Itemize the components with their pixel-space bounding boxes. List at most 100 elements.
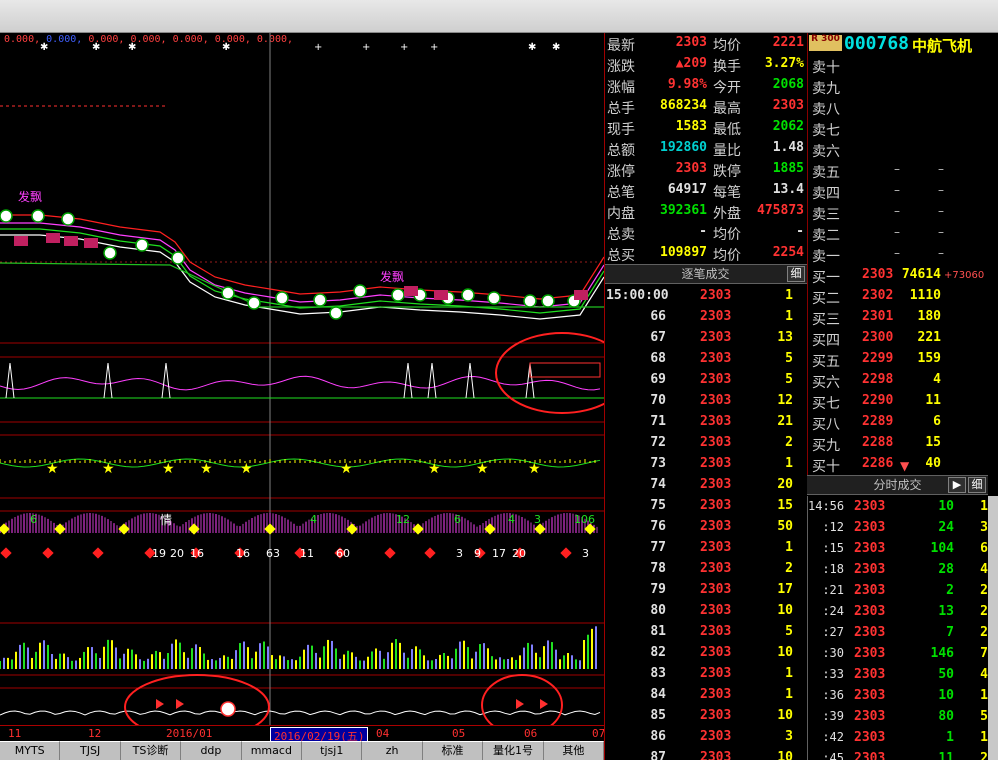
split-volume: 2 bbox=[946, 583, 954, 598]
stock-header: R 300 000768 中航飞机 bbox=[807, 33, 998, 55]
signal-box bbox=[84, 238, 98, 248]
trade-price: 2303 bbox=[700, 498, 732, 513]
smiley-icon bbox=[275, 291, 289, 305]
trade-volume: 1 bbox=[785, 288, 793, 303]
trades-detail-button[interactable]: 细 bbox=[787, 266, 805, 282]
quote-label: 涨停 bbox=[607, 164, 635, 180]
marker: + bbox=[314, 42, 322, 53]
split-time: :33 bbox=[822, 667, 844, 681]
tab-ts-diagnosis[interactable]: TS诊断 bbox=[120, 741, 182, 760]
book-volume: – bbox=[938, 162, 944, 176]
trade-time: 71 bbox=[650, 414, 666, 429]
book-label: 卖一 bbox=[812, 249, 840, 265]
tab-ddp[interactable]: ddp bbox=[181, 741, 242, 760]
tab-other[interactable]: 其他 bbox=[543, 741, 605, 760]
trade-price: 2303 bbox=[700, 351, 732, 366]
trade-time: 75 bbox=[650, 498, 666, 513]
trade-volume: 1 bbox=[785, 309, 793, 324]
divider-vertical bbox=[604, 33, 605, 760]
split-price: 2303 bbox=[854, 625, 886, 640]
macd-number: 19 bbox=[152, 547, 166, 560]
tab-myts[interactable]: MYTS bbox=[0, 741, 61, 760]
macd-number: 4 bbox=[508, 513, 515, 526]
table-row: 79 2303 17 bbox=[604, 579, 807, 600]
kline-chart-area[interactable]: 0.000, 0.000, 0.000, 0.000, 0.000, 0.000… bbox=[0, 33, 604, 739]
tab-zh[interactable]: zh bbox=[362, 741, 423, 760]
quote-label: 内盘 bbox=[607, 206, 635, 222]
date-label: 12 bbox=[88, 727, 102, 740]
trade-time: 81 bbox=[650, 624, 666, 639]
quote-label: 总卖 bbox=[607, 227, 635, 243]
macd-number: 4 bbox=[310, 513, 317, 526]
tab-mmacd[interactable]: mmacd bbox=[241, 741, 303, 760]
quote-label: 总手 bbox=[607, 101, 635, 117]
star-icon: ★ bbox=[428, 461, 441, 477]
quote-row: 内盘 392361 外盘 475873 bbox=[605, 201, 807, 222]
book-label: 卖二 bbox=[812, 228, 840, 244]
trade-time: 73 bbox=[650, 456, 666, 471]
quote-label: 每笔 bbox=[713, 185, 741, 201]
label-fa-piao-2: 发飘 bbox=[380, 269, 404, 284]
signal-line bbox=[0, 710, 601, 716]
quote-row: 涨幅 9.98% 今开 2068 bbox=[605, 75, 807, 96]
macd-number: 6 bbox=[30, 513, 37, 526]
trade-volume: 13 bbox=[777, 330, 793, 345]
book-label: 买六 bbox=[812, 375, 840, 391]
scrollbar[interactable] bbox=[988, 496, 998, 760]
stock-code: 000768 bbox=[844, 33, 910, 54]
quote-value: 2303 bbox=[675, 35, 707, 50]
trade-volume: 20 bbox=[777, 477, 793, 492]
book-price: 2301 bbox=[862, 309, 894, 324]
annotation-circle-3 bbox=[481, 674, 563, 725]
split-time: :12 bbox=[822, 520, 844, 534]
macd-number: 20 bbox=[512, 547, 526, 560]
signal-box bbox=[46, 233, 60, 243]
oscillator-panel-2: ★ ★ ★ ★ ★ ★ ★ ★ ★ bbox=[0, 458, 601, 477]
trade-price: 2303 bbox=[700, 624, 732, 639]
price-lines bbox=[0, 214, 604, 320]
tab-tjsj[interactable]: TJSJ bbox=[60, 741, 121, 760]
tick-trades-list[interactable]: 15:00:00 2303 1 66 2303 1 67 2303 13 68 2303 5 69 230… bbox=[604, 285, 807, 760]
diamond-marker bbox=[92, 547, 104, 559]
smiley-icon bbox=[391, 288, 405, 302]
trade-volume: 1 bbox=[785, 666, 793, 681]
book-volume: 4 bbox=[933, 372, 941, 387]
trade-price: 2303 bbox=[700, 666, 732, 681]
book-volume: 15 bbox=[925, 435, 941, 450]
book-label: 买四 bbox=[812, 333, 840, 349]
quote-value: 109897 bbox=[660, 245, 707, 260]
quote-value: 2254 bbox=[772, 245, 804, 260]
tab-quant-1[interactable]: 量化1号 bbox=[483, 741, 544, 760]
tab-tjsj1[interactable]: tjsj1 bbox=[302, 741, 363, 760]
book-volume: 40 bbox=[925, 456, 941, 471]
split-volume: 24 bbox=[938, 520, 954, 535]
table-row: 83 2303 1 bbox=[604, 663, 807, 684]
trade-time: 67 bbox=[650, 330, 666, 345]
date-cursor-label: 2016/02/19(五) bbox=[270, 727, 369, 743]
split-detail-button[interactable]: 细 bbox=[968, 477, 986, 493]
star-icon: ★ bbox=[102, 461, 115, 477]
signal-box bbox=[64, 236, 78, 246]
book-label: 买九 bbox=[812, 438, 840, 454]
split-count: 5 bbox=[980, 709, 988, 724]
chart-svg: ✱ ✱ ✱ ✱ + + + + ✱ ✱ ★ ★ ★ ★ ★ ★ ★ ★ ★ 发飘 发飘 情 19 20 16 16 63 1… bbox=[0, 33, 604, 725]
spike bbox=[465, 362, 475, 399]
label-fa-piao-1: 发飘 bbox=[18, 189, 42, 204]
tab-standard[interactable]: 标准 bbox=[422, 741, 484, 760]
smiley-icon bbox=[353, 284, 367, 298]
sell-level: 卖四 – – bbox=[808, 181, 998, 202]
buy-level: 买三 2301 180 bbox=[808, 307, 998, 328]
split-price: 2303 bbox=[854, 562, 886, 577]
split-play-button[interactable]: ▶ bbox=[948, 477, 966, 493]
macd-number: 16 bbox=[190, 547, 204, 560]
trade-volume: 15 bbox=[777, 498, 793, 513]
split-header-title: 分时成交 bbox=[873, 478, 922, 492]
trade-volume: 2 bbox=[785, 435, 793, 450]
buy-level: 买五 2299 159 bbox=[808, 349, 998, 370]
window-titlebar bbox=[0, 0, 998, 33]
quote-value: 13.4 bbox=[772, 182, 804, 197]
buy-level: 买一 2303 74614 +73060 bbox=[808, 265, 998, 286]
smiley-icon bbox=[135, 238, 149, 252]
flag-icon bbox=[516, 699, 524, 709]
minute-trades-list[interactable]: 14:56 2303 10 1:12 2303 24 3:15 2303 104 6:18 2303… bbox=[807, 496, 998, 760]
